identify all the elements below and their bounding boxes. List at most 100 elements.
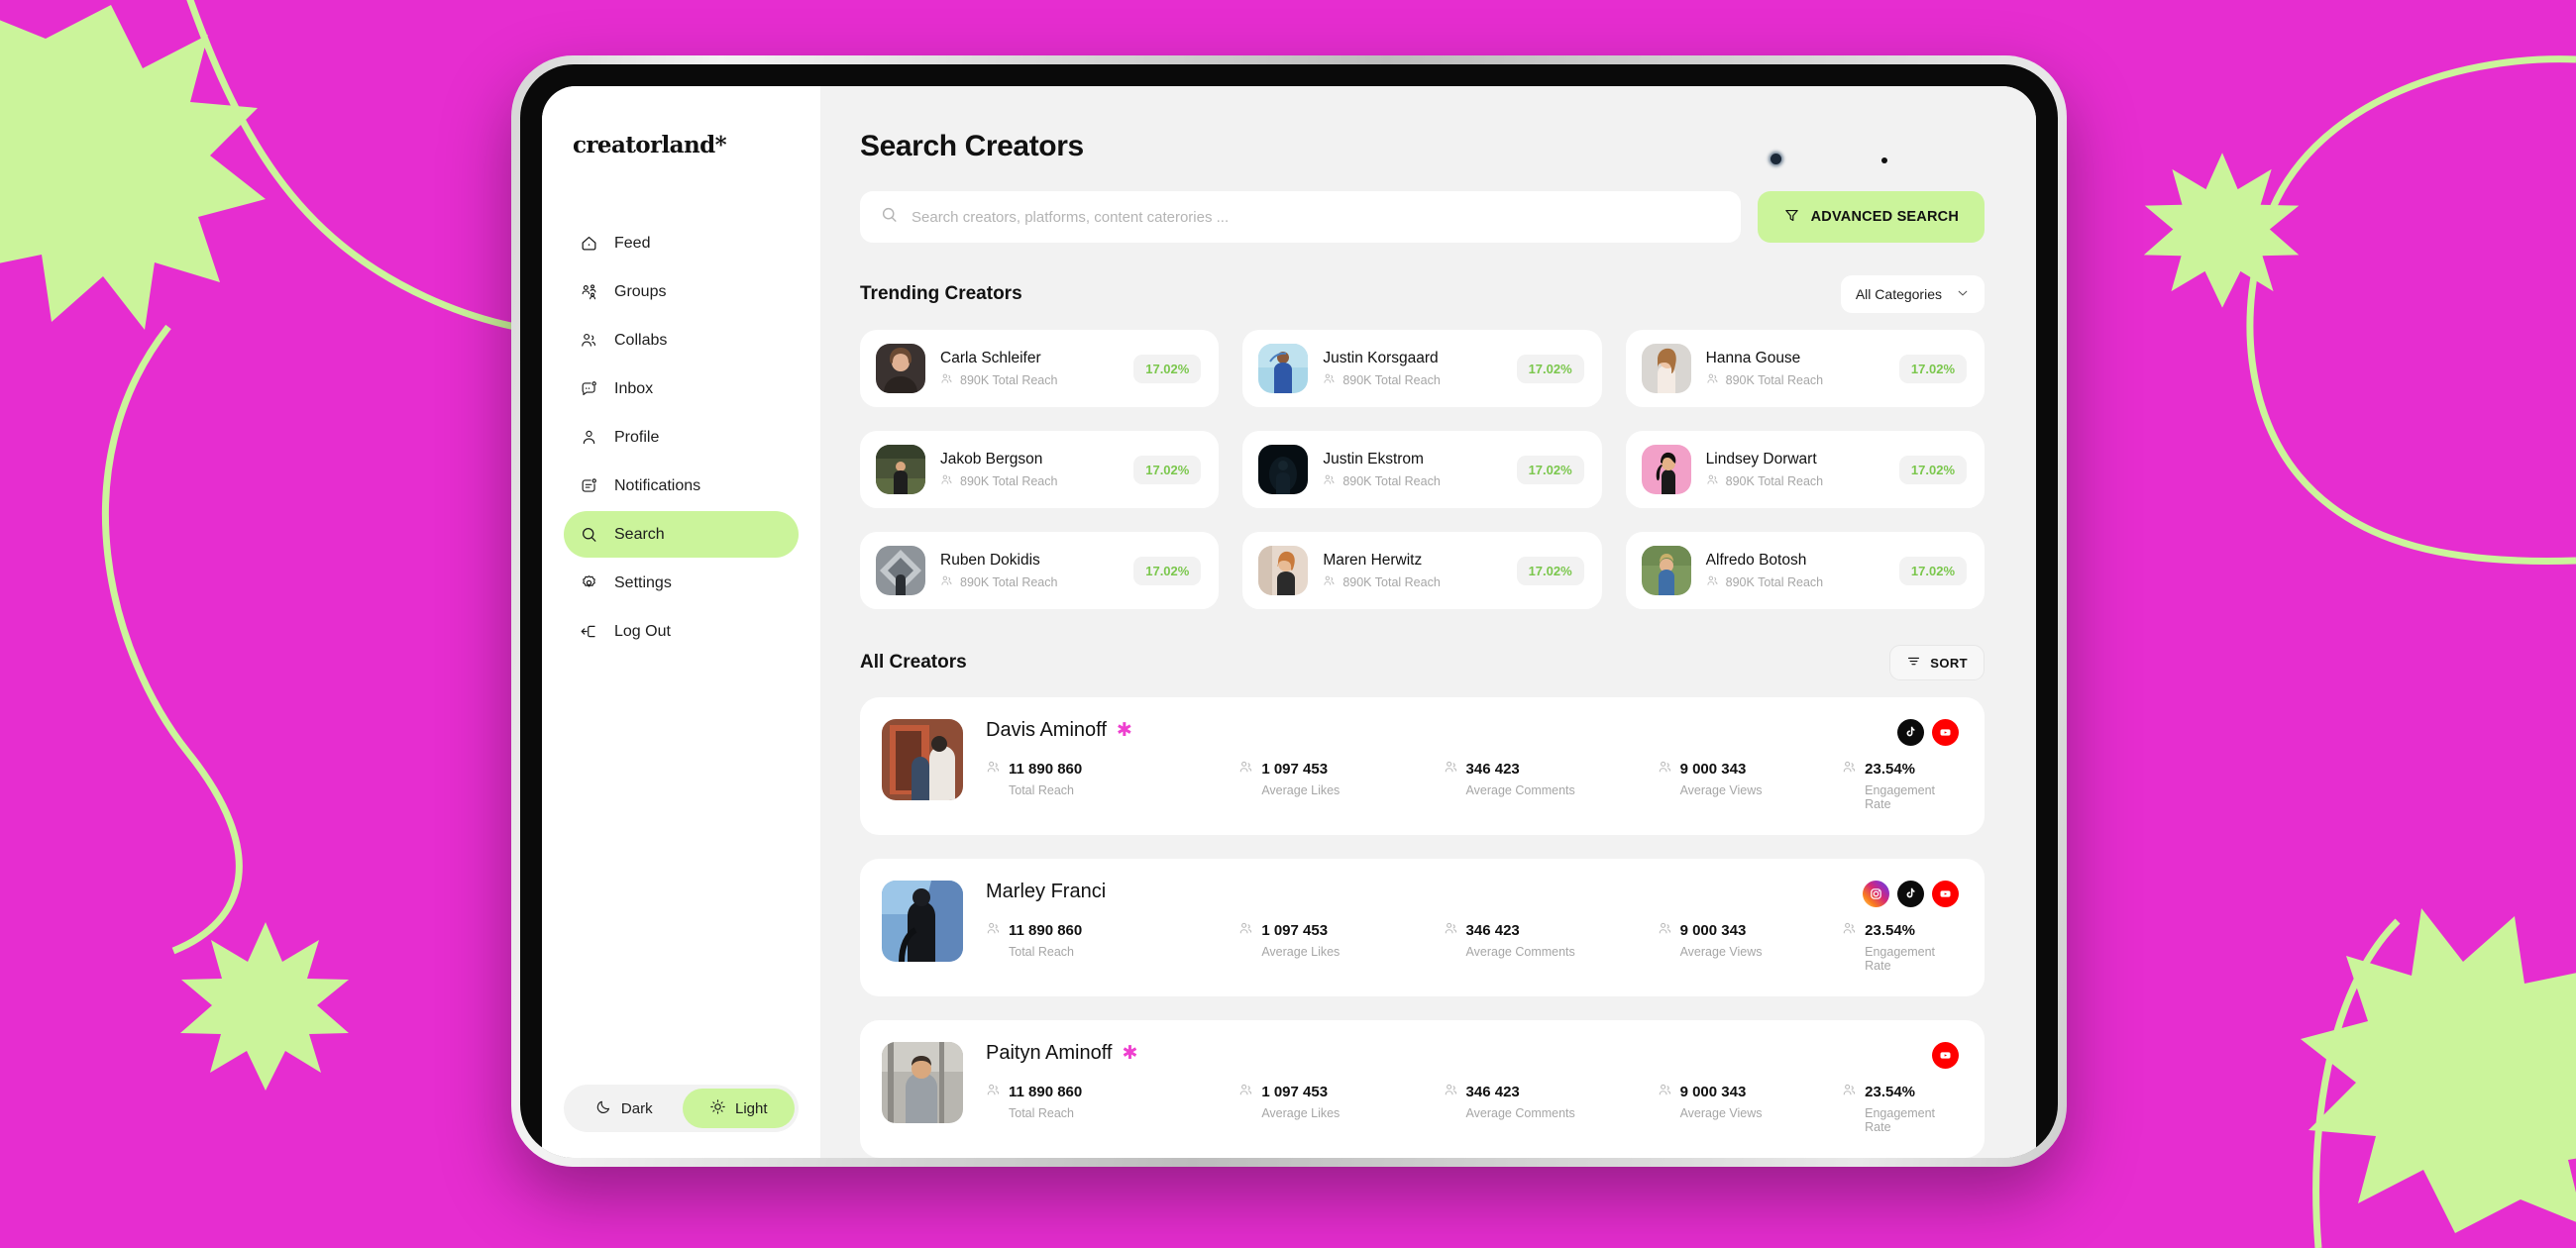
reach-text: 890K Total Reach bbox=[960, 372, 1058, 387]
theme-toggle: Dark Light bbox=[564, 1085, 799, 1132]
people-icon bbox=[1842, 921, 1857, 940]
trending-card-info: Hanna Gouse 890K Total Reach bbox=[1706, 350, 1884, 388]
trending-card[interactable]: Maren Herwitz 890K Total Reach 17.02% bbox=[1242, 532, 1602, 609]
stat-value: 9 000 343 bbox=[1679, 922, 1747, 939]
creator-row[interactable]: Davis Aminoff ✱ 11 890 860 Total Reach 1… bbox=[860, 697, 1985, 835]
search-icon bbox=[880, 205, 899, 229]
stat-value-wrap: 23.54% bbox=[1842, 1083, 1959, 1101]
youtube-icon[interactable] bbox=[1932, 719, 1959, 746]
stat-value: 9 000 343 bbox=[1679, 761, 1747, 778]
sidebar-item-label: Collabs bbox=[614, 331, 668, 349]
trending-card[interactable]: Alfredo Botosh 890K Total Reach 17.02% bbox=[1625, 532, 1985, 609]
trending-card[interactable]: Lindsey Dorwart 890K Total Reach 17.02% bbox=[1625, 431, 1985, 508]
engagement-badge: 17.02% bbox=[1516, 354, 1584, 383]
avatar bbox=[876, 445, 925, 494]
sort-icon bbox=[1906, 654, 1921, 672]
youtube-icon[interactable] bbox=[1932, 1042, 1959, 1069]
creator-reach: 890K Total Reach bbox=[1706, 473, 1884, 489]
trending-card[interactable]: Hanna Gouse 890K Total Reach 17.02% bbox=[1625, 330, 1985, 407]
trending-card-info: Alfredo Botosh 890K Total Reach bbox=[1706, 552, 1884, 590]
all-creators-header: All Creators SORT bbox=[860, 645, 1985, 680]
stat-label: Engagement Rate bbox=[1865, 783, 1936, 811]
stat-value: 346 423 bbox=[1465, 761, 1520, 778]
stat-value-wrap: 9 000 343 bbox=[1658, 760, 1843, 779]
creator-reach: 890K Total Reach bbox=[940, 473, 1119, 489]
reach-text: 890K Total Reach bbox=[1725, 574, 1824, 589]
stat-value: 11 890 860 bbox=[1009, 761, 1083, 778]
app-logo[interactable]: creatorland* bbox=[564, 132, 799, 158]
stat-value: 1 097 453 bbox=[1261, 761, 1329, 778]
social-links bbox=[1863, 881, 1959, 907]
trending-card[interactable]: Justin Korsgaard 890K Total Reach 17.02% bbox=[1242, 330, 1602, 407]
stat-value-wrap: 1 097 453 bbox=[1238, 1083, 1443, 1101]
creator-reach: 890K Total Reach bbox=[1323, 473, 1501, 489]
stat-value-wrap: 346 423 bbox=[1444, 921, 1658, 940]
stat-average-likes: 1 097 453 Average Likes bbox=[1238, 760, 1443, 811]
engagement-badge: 17.02% bbox=[1133, 354, 1202, 383]
trending-card[interactable]: Carla Schleifer 890K Total Reach 17.02% bbox=[860, 330, 1220, 407]
sidebar-item-groups[interactable]: Groups bbox=[564, 268, 799, 315]
avatar bbox=[1641, 445, 1691, 494]
instagram-icon[interactable] bbox=[1863, 881, 1889, 907]
sidebar-item-label: Settings bbox=[614, 573, 672, 591]
chevron-down-icon bbox=[1956, 286, 1970, 303]
sidebar-nav: Feed Groups Collabs Inbox Profile Notifi… bbox=[564, 220, 799, 655]
sort-label: SORT bbox=[1930, 655, 1968, 671]
page-title: Search Creators bbox=[860, 130, 1084, 162]
tiktok-icon[interactable] bbox=[1897, 719, 1924, 746]
sidebar-item-notifications[interactable]: Notifications bbox=[564, 463, 799, 509]
category-filter-dropdown[interactable]: All Categories bbox=[1840, 275, 1985, 313]
tiktok-icon[interactable] bbox=[1897, 881, 1924, 907]
trending-card[interactable]: Jakob Bergson 890K Total Reach 17.02% bbox=[860, 431, 1220, 508]
sidebar-item-settings[interactable]: Settings bbox=[564, 560, 799, 606]
engagement-badge: 17.02% bbox=[1516, 455, 1584, 484]
sidebar-item-feed[interactable]: Feed bbox=[564, 220, 799, 266]
stat-average-comments: 346 423 Average Comments bbox=[1444, 1083, 1658, 1134]
trending-title: Trending Creators bbox=[860, 283, 1022, 304]
stat-engagement-rate: 23.54% Engagement Rate bbox=[1842, 1083, 1959, 1134]
people-icon bbox=[1842, 1083, 1857, 1101]
people-icon bbox=[1842, 760, 1857, 779]
people-icon bbox=[1658, 1083, 1672, 1101]
youtube-icon[interactable] bbox=[1932, 881, 1959, 907]
reach-text: 890K Total Reach bbox=[960, 473, 1058, 488]
stat-value: 346 423 bbox=[1465, 922, 1520, 939]
sidebar-item-logout[interactable]: Log Out bbox=[564, 608, 799, 655]
creator-row[interactable]: Paityn Aminoff ✱ 11 890 860 Total Reach bbox=[860, 1020, 1985, 1158]
engagement-badge: 17.02% bbox=[1133, 556, 1202, 585]
stat-label: Engagement Rate bbox=[1865, 1106, 1936, 1134]
creator-reach: 890K Total Reach bbox=[1706, 372, 1884, 388]
trending-card-info: Ruben Dokidis 890K Total Reach bbox=[940, 552, 1119, 590]
sidebar-item-profile[interactable]: Profile bbox=[564, 414, 799, 461]
sort-button[interactable]: SORT bbox=[1889, 645, 1985, 680]
creator-row[interactable]: Marley Franci 11 890 860 Total Reach 1 0… bbox=[860, 859, 1985, 996]
people-icon bbox=[1323, 473, 1336, 489]
stat-total-reach: 11 890 860 Total Reach bbox=[986, 1083, 1238, 1134]
search-input[interactable] bbox=[912, 208, 1721, 226]
stat-label: Average Views bbox=[1679, 945, 1763, 959]
trending-card[interactable]: Justin Ekstrom 890K Total Reach 17.02% bbox=[1242, 431, 1602, 508]
theme-dark-button[interactable]: Dark bbox=[568, 1089, 681, 1128]
reach-text: 890K Total Reach bbox=[1342, 372, 1441, 387]
trending-card[interactable]: Ruben Dokidis 890K Total Reach 17.02% bbox=[860, 532, 1220, 609]
creator-name: Hanna Gouse bbox=[1705, 349, 1801, 366]
creator-name: Carla Schleifer bbox=[940, 349, 1041, 366]
home-icon bbox=[579, 234, 598, 254]
people-icon bbox=[940, 574, 953, 590]
sidebar-item-collabs[interactable]: Collabs bbox=[564, 317, 799, 364]
groups-icon bbox=[579, 282, 598, 302]
notifications-icon bbox=[579, 476, 598, 496]
tablet-bezel: creatorland* Feed Groups Collabs Inbox P… bbox=[520, 64, 2058, 1158]
advanced-search-button[interactable]: ADVANCED SEARCH bbox=[1757, 191, 1985, 243]
search-field-wrapper[interactable] bbox=[860, 191, 1741, 243]
theme-light-button[interactable]: Light bbox=[682, 1089, 795, 1128]
stat-value-wrap: 23.54% bbox=[1842, 921, 1959, 940]
sidebar-item-inbox[interactable]: Inbox bbox=[564, 365, 799, 412]
creator-name: Justin Ekstrom bbox=[1323, 450, 1424, 468]
people-icon bbox=[1658, 921, 1672, 940]
stat-value-wrap: 346 423 bbox=[1444, 760, 1658, 779]
stat-label: Average Views bbox=[1679, 783, 1763, 797]
main-content: Search Creators ADVANCED SEARCH Trending… bbox=[820, 86, 2036, 1158]
stat-value: 23.54% bbox=[1865, 1084, 1916, 1100]
sidebar-item-search[interactable]: Search bbox=[564, 511, 799, 558]
